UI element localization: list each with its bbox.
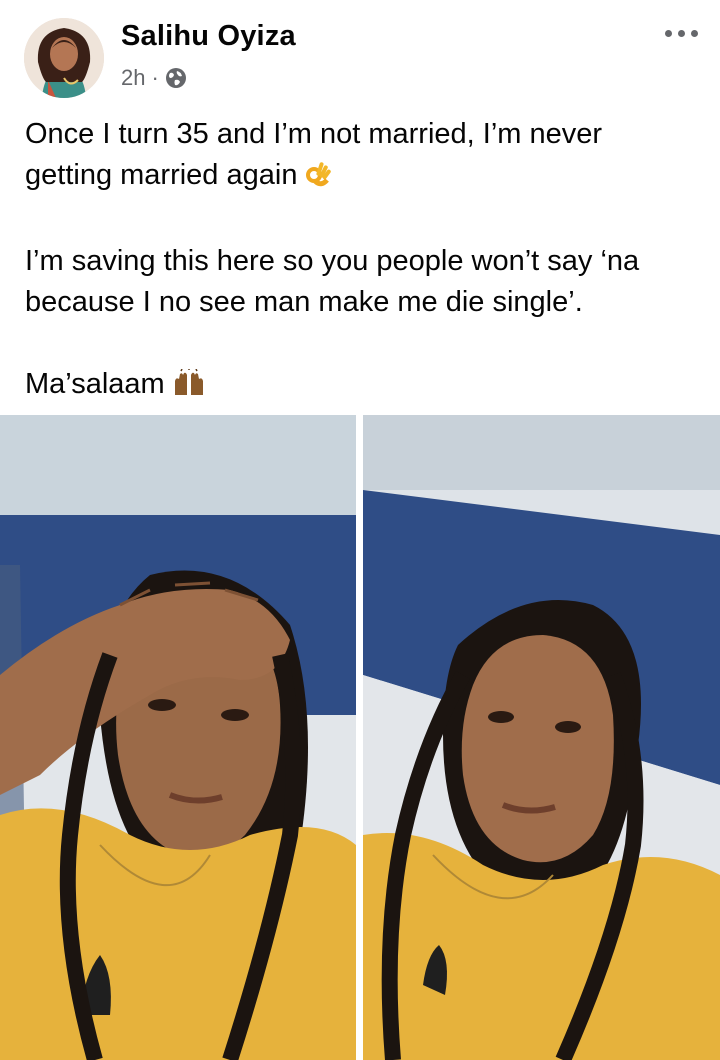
photo-grid bbox=[0, 415, 720, 1060]
ok-hand-emoji bbox=[303, 158, 333, 200]
raising-hands-emoji bbox=[171, 368, 207, 409]
photo-selfie-right[interactable] bbox=[363, 415, 720, 1060]
meta-separator: · bbox=[151, 65, 159, 90]
post-line-1: Once I turn 35 and I’m not married, I’m … bbox=[25, 114, 695, 200]
more-options-icon[interactable] bbox=[656, 18, 706, 48]
author-avatar[interactable] bbox=[24, 18, 104, 98]
post-body: Once I turn 35 and I’m not married, I’m … bbox=[25, 114, 695, 409]
post-header: Salihu Oyiza 2h · bbox=[0, 0, 720, 108]
post-time[interactable]: 2h bbox=[121, 65, 145, 91]
author-name[interactable]: Salihu Oyiza bbox=[121, 20, 296, 53]
photo-selfie-left[interactable] bbox=[0, 415, 356, 1060]
post-meta: 2h · bbox=[121, 63, 187, 93]
post-line-2: I’m saving this here so you people won’t… bbox=[25, 245, 640, 318]
post-line-3: Ma’salaam bbox=[25, 364, 695, 409]
globe-icon[interactable] bbox=[165, 67, 187, 89]
